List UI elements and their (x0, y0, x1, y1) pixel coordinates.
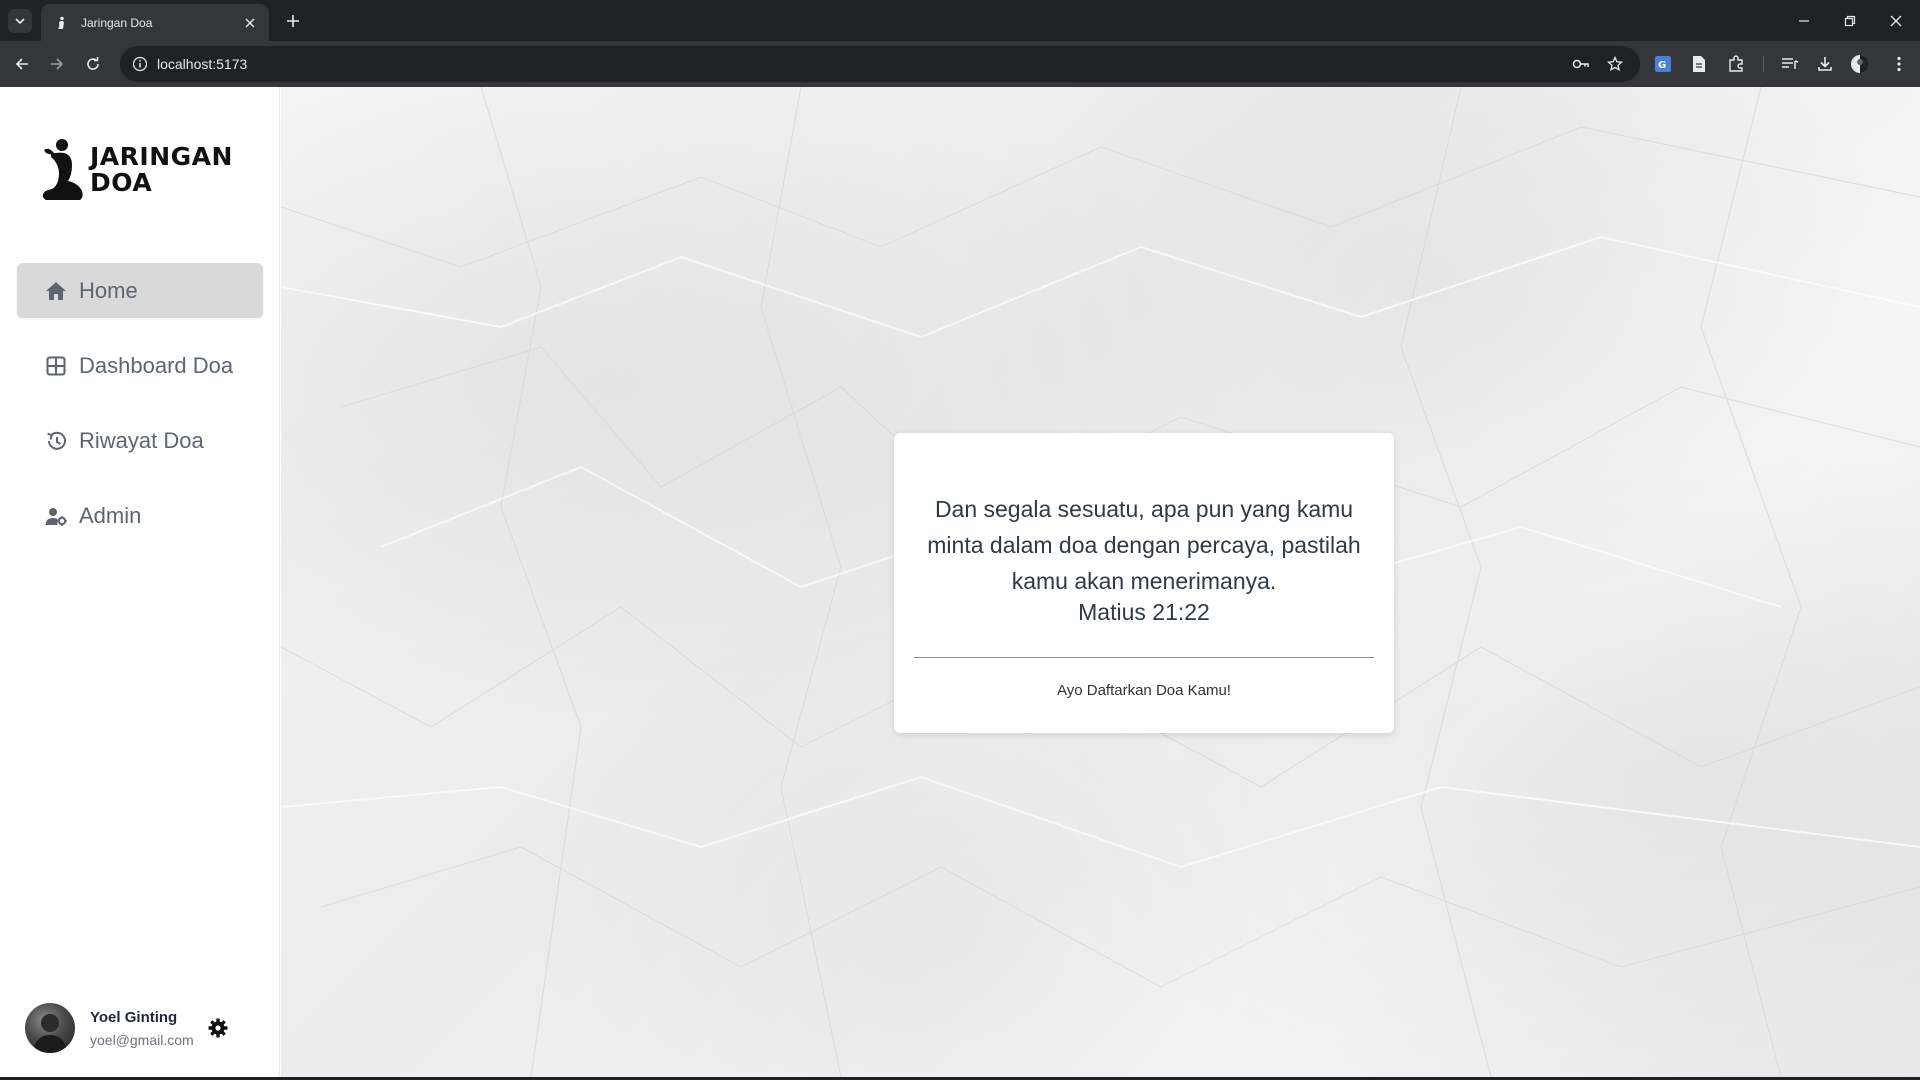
translate-extension-icon[interactable]: G (1651, 52, 1675, 76)
back-button[interactable] (10, 52, 34, 76)
page-viewport: JARINGAN DOA Home Dashboard Doa Riwayat … (0, 87, 1920, 1077)
reload-icon (87, 57, 99, 70)
sidebar-item-label: Dashboard Doa (79, 352, 234, 378)
site-info-icon[interactable] (130, 54, 150, 74)
sidebar-nav: Home Dashboard Doa Riwayat Doa Admin (17, 263, 263, 563)
user-info: Yoel Ginting yoel@gmail.com (90, 1009, 194, 1048)
password-key-icon[interactable] (1571, 54, 1591, 74)
praying-figure-logo-icon (42, 139, 83, 200)
sidebar-item-dashboard-doa[interactable]: Dashboard Doa (17, 338, 263, 393)
sidebar-item-home[interactable]: Home (17, 263, 263, 318)
media-controls-icon[interactable] (1778, 52, 1802, 76)
sidebar: JARINGAN DOA Home Dashboard Doa Riwayat … (0, 87, 280, 1077)
arrow-right-icon (51, 58, 64, 70)
restore-button[interactable] (1827, 0, 1873, 41)
sidebar-item-admin[interactable]: Admin (17, 488, 263, 543)
sidebar-item-label: Admin (79, 502, 142, 528)
logo-line-2: DOA (90, 168, 153, 197)
chevron-down-icon (15, 18, 25, 25)
plus-icon (287, 15, 299, 27)
download-icon[interactable] (1813, 52, 1837, 76)
tab-title: Jaringan Doa (81, 15, 153, 30)
sidebar-item-riwayat-doa[interactable]: Riwayat Doa (17, 413, 263, 468)
svg-text:G: G (1658, 60, 1666, 71)
user-profile: Yoel Ginting yoel@gmail.com (25, 1003, 255, 1053)
verse-card: Dan segala sesuatu, apa pun yang kamu mi… (894, 433, 1394, 733)
minimize-button[interactable] (1781, 0, 1827, 41)
app-logo[interactable]: JARINGAN DOA (38, 137, 233, 203)
profile-avatar-icon[interactable] (1848, 52, 1872, 76)
close-tab-icon[interactable] (241, 14, 259, 32)
app-logo-text: JARINGAN DOA (90, 144, 233, 196)
user-name: Yoel Ginting (90, 1008, 178, 1026)
new-tab-button[interactable] (281, 9, 305, 33)
dashboard-icon (45, 355, 67, 377)
browser-toolbar: localhost:5173 G (0, 41, 1920, 87)
admin-icon (45, 505, 67, 527)
document-extension-icon[interactable] (1687, 52, 1711, 76)
verse-text: Dan segala sesuatu, apa pun yang kamu mi… (927, 496, 1361, 594)
home-icon (45, 280, 67, 302)
card-divider (914, 657, 1374, 658)
browser-menu-icon[interactable] (1887, 52, 1911, 76)
tab-search-button[interactable] (8, 9, 32, 33)
sidebar-item-label: Home (79, 277, 138, 303)
browser-tab-strip: Jaringan Doa (0, 0, 1920, 41)
browser-tab[interactable]: Jaringan Doa (41, 4, 269, 41)
settings-gear-icon[interactable] (206, 1016, 230, 1040)
restore-icon (1844, 15, 1856, 26)
tab-favicon-icon (53, 15, 69, 31)
address-bar[interactable]: localhost:5173 (120, 46, 1640, 82)
forward-button[interactable] (45, 52, 69, 76)
extensions-puzzle-icon[interactable] (1724, 52, 1748, 76)
arrow-left-icon (15, 58, 28, 70)
logo-line-1: JARINGAN (90, 142, 233, 171)
bookmark-star-icon[interactable] (1605, 54, 1625, 74)
register-prayer-link[interactable]: Ayo Daftarkan Doa Kamu! (894, 682, 1394, 699)
history-icon (45, 430, 67, 452)
avatar[interactable] (25, 1003, 75, 1053)
url-text: localhost:5173 (157, 56, 248, 72)
close-icon (1890, 15, 1902, 26)
user-email: yoel@gmail.com (90, 1031, 194, 1048)
toolbar-separator (1763, 56, 1764, 72)
verse-reference: Matius 21:22 (1078, 599, 1210, 625)
minimize-icon (1799, 19, 1809, 22)
reload-button[interactable] (81, 52, 105, 76)
close-window-button[interactable] (1873, 0, 1919, 41)
sidebar-item-label: Riwayat Doa (79, 427, 204, 453)
main-content: Dan segala sesuatu, apa pun yang kamu mi… (281, 87, 1920, 1077)
